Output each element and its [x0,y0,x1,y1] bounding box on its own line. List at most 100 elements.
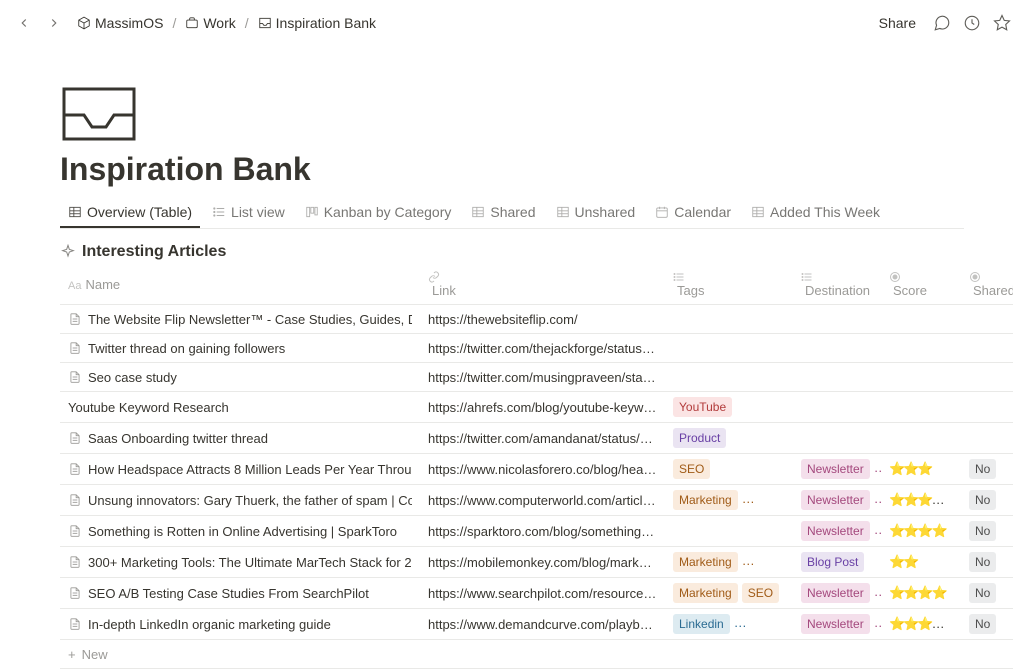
destination-cell[interactable]: NewsletterBlog P [793,609,881,640]
tags-cell[interactable]: MarketingTools [665,547,793,578]
shared-cell[interactable]: No [961,578,1013,609]
score-cell[interactable] [881,363,961,392]
view-tab[interactable]: Added This Week [743,198,888,228]
tags-cell[interactable] [665,516,793,547]
tag[interactable]: Newsletter [801,614,870,634]
tags-cell[interactable]: SEO [665,454,793,485]
favorite-icon[interactable] [992,13,1012,33]
tags-cell[interactable] [665,305,793,334]
score-cell[interactable]: ⭐⭐⭐⭐ [881,578,961,609]
table-row[interactable]: Saas Onboarding twitter threadhttps://tw… [60,423,1013,454]
tag[interactable]: Newsletter [801,490,870,510]
breadcrumb-item[interactable]: MassimOS [72,13,168,33]
name-cell[interactable]: Seo case study [60,363,420,392]
tags-cell[interactable]: Product [665,423,793,454]
shared-cell[interactable]: No [961,454,1013,485]
view-tab[interactable]: Calendar [647,198,739,228]
name-cell[interactable]: SEO A/B Testing Case Studies From Search… [60,578,420,609]
score-cell[interactable] [881,423,961,454]
destination-cell[interactable]: Newsletter [793,578,881,609]
table-row[interactable]: Twitter thread on gaining followershttps… [60,334,1013,363]
destination-cell[interactable] [793,392,881,423]
tags-cell[interactable]: MarketingSEO [665,578,793,609]
column-header[interactable]: Link [420,265,665,305]
destination-cell[interactable]: NewsletterBlog P [793,485,881,516]
table-row[interactable]: How Headspace Attracts 8 Million Leads P… [60,454,1013,485]
shared-cell[interactable] [961,423,1013,454]
shared-cell[interactable] [961,305,1013,334]
score-cell[interactable]: ⭐⭐ [881,547,961,578]
tag[interactable]: Newsletter [801,521,870,541]
name-cell[interactable]: Saas Onboarding twitter thread [60,423,420,454]
score-cell[interactable]: ⭐⭐⭐ [881,454,961,485]
destination-cell[interactable]: Newsletter [793,454,881,485]
view-tab[interactable]: Kanban by Category [297,198,460,228]
link-cell[interactable]: https://www.nicolasforero.co/blog/headsp… [420,454,665,485]
breadcrumb-item[interactable]: Work [180,13,240,33]
table-row[interactable]: The Website Flip Newsletter™ - Case Stud… [60,305,1013,334]
view-tab[interactable]: Shared [463,198,543,228]
shared-cell[interactable] [961,392,1013,423]
table-row[interactable]: 300+ Marketing Tools: The Ultimate MarTe… [60,547,1013,578]
table-row[interactable]: SEO A/B Testing Case Studies From Search… [60,578,1013,609]
link-cell[interactable]: https://www.computerworld.com/article/25… [420,485,665,516]
link-cell[interactable]: https://sparktoro.com/blog/something-is-… [420,516,665,547]
tag[interactable]: Marketing [673,490,738,510]
tag[interactable]: Marketing [673,552,738,572]
destination-cell[interactable] [793,363,881,392]
back-button[interactable] [12,11,36,35]
score-cell[interactable] [881,392,961,423]
link-cell[interactable]: https://twitter.com/musingpraveen/status… [420,363,665,392]
view-tab[interactable]: List view [204,198,293,228]
tag[interactable]: SEO [742,583,779,603]
link-cell[interactable]: https://twitter.com/amandanat/status/143… [420,423,665,454]
comments-icon[interactable] [932,13,952,33]
table-row[interactable]: Seo case studyhttps://twitter.com/musing… [60,363,1013,392]
view-tab[interactable]: Overview (Table) [60,198,200,228]
table-row[interactable]: In-depth LinkedIn organic marketing guid… [60,609,1013,640]
column-header[interactable]: Destination [793,265,881,305]
tag[interactable]: YouTube [673,397,732,417]
table-row[interactable]: Something is Rotten in Online Advertisin… [60,516,1013,547]
page-icon[interactable] [60,85,964,143]
share-button[interactable]: Share [873,11,922,35]
tag[interactable]: Newsletter [801,459,870,479]
link-cell[interactable]: https://ahrefs.com/blog/youtube-keyword-… [420,392,665,423]
name-cell[interactable]: 300+ Marketing Tools: The Ultimate MarTe… [60,547,420,578]
score-cell[interactable] [881,305,961,334]
column-header[interactable]: Tags [665,265,793,305]
shared-cell[interactable]: No [961,516,1013,547]
destination-cell[interactable] [793,423,881,454]
breadcrumb-item[interactable]: Inspiration Bank [253,13,381,33]
tags-cell[interactable] [665,363,793,392]
shared-cell[interactable]: No [961,485,1013,516]
tags-cell[interactable]: YouTube [665,392,793,423]
shared-cell[interactable]: No [961,609,1013,640]
name-cell[interactable]: In-depth LinkedIn organic marketing guid… [60,609,420,640]
link-cell[interactable]: https://www.demandcurve.com/playbooks/li… [420,609,665,640]
column-header[interactable]: Shared? [961,265,1013,305]
name-cell[interactable]: How Headspace Attracts 8 Million Leads P… [60,454,420,485]
shared-cell[interactable]: No [961,547,1013,578]
name-cell[interactable]: Something is Rotten in Online Advertisin… [60,516,420,547]
name-cell[interactable]: Youtube Keyword Research [60,392,420,423]
tags-cell[interactable] [665,334,793,363]
destination-cell[interactable]: Blog Post [793,547,881,578]
score-cell[interactable]: ⭐⭐⭐⭐⭐ [881,485,961,516]
destination-cell[interactable] [793,334,881,363]
new-row[interactable]: +New [60,640,1013,669]
tags-cell[interactable]: LinkedinGrowth [665,609,793,640]
tags-cell[interactable]: Marketingemail Marketing [665,485,793,516]
view-tab[interactable]: Unshared [548,198,644,228]
tag[interactable]: SEO [673,459,710,479]
score-cell[interactable]: ⭐⭐⭐⭐ [881,516,961,547]
forward-button[interactable] [42,11,66,35]
name-cell[interactable]: Twitter thread on gaining followers [60,334,420,363]
score-cell[interactable]: ⭐⭐⭐⭐⭐ [881,609,961,640]
page-title[interactable]: Inspiration Bank [60,151,964,188]
tag[interactable]: Newsletter [801,583,870,603]
name-cell[interactable]: The Website Flip Newsletter™ - Case Stud… [60,305,420,334]
table-row[interactable]: Unsung innovators: Gary Thuerk, the fath… [60,485,1013,516]
column-header[interactable]: AaName [60,265,420,305]
destination-cell[interactable] [793,305,881,334]
